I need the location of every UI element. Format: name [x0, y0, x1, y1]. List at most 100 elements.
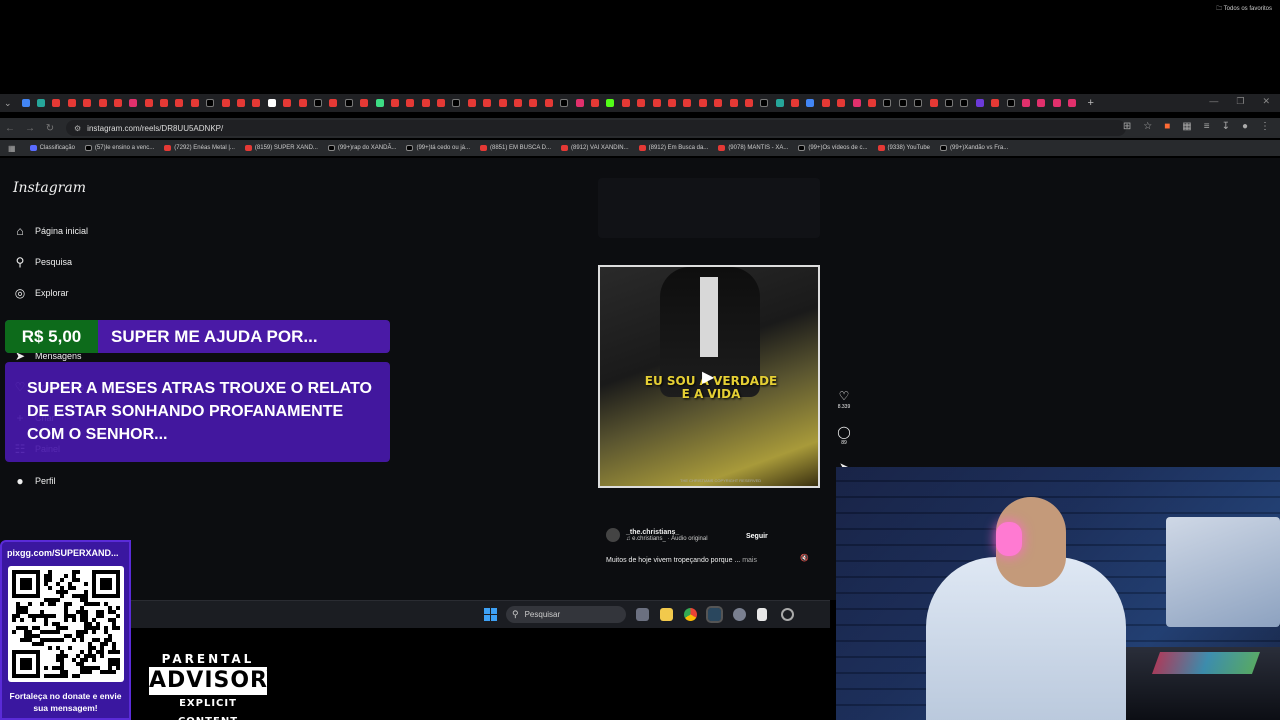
windows-start-icon[interactable]: [484, 608, 497, 621]
sidebar-item-search[interactable]: ⚲ Pesquisa: [13, 255, 72, 269]
tab-favicon-icon[interactable]: [1021, 99, 1030, 107]
tab-favicon-icon[interactable]: [667, 99, 676, 107]
tab-favicon-icon[interactable]: [1037, 99, 1046, 107]
tab-favicon-icon[interactable]: [406, 99, 415, 107]
tab-favicon-icon[interactable]: [744, 99, 753, 107]
tab-favicon-icon[interactable]: [129, 99, 138, 107]
notepad-icon[interactable]: [757, 608, 767, 621]
tab-favicon-icon[interactable]: [375, 99, 384, 107]
sidebar-item-profile[interactable]: ● Perfil: [13, 474, 55, 488]
close-icon[interactable]: ✕: [1262, 96, 1270, 107]
tab-favicon-icon[interactable]: [775, 99, 784, 107]
tab-favicon-icon[interactable]: [283, 99, 292, 107]
reload-icon[interactable]: ↻: [40, 123, 60, 134]
puzzle-icon[interactable]: ▦: [1182, 121, 1191, 132]
tab-favicon-icon[interactable]: [52, 99, 61, 107]
sidebar-item-home[interactable]: ⌂ Página inicial: [13, 224, 88, 238]
bookmark-item[interactable]: (8159) SUPER XAND...: [244, 145, 318, 151]
obs-icon[interactable]: [781, 608, 794, 621]
task-view-icon[interactable]: [636, 608, 649, 621]
tab-favicon-icon[interactable]: [806, 99, 815, 107]
instagram-logo[interactable]: Instagram: [13, 180, 86, 196]
tab-favicon-icon[interactable]: [729, 99, 738, 107]
tab-favicon-icon[interactable]: [760, 99, 769, 107]
tab-favicon-icon[interactable]: [591, 99, 599, 107]
tab-favicon-icon[interactable]: [929, 99, 938, 107]
tab-favicon-icon[interactable]: [852, 99, 861, 107]
tab-favicon-icon[interactable]: [883, 99, 892, 107]
taskbar-search[interactable]: ⚲ Pesquisar: [506, 606, 626, 623]
tab-favicon-icon[interactable]: [1068, 99, 1077, 107]
back-icon[interactable]: ←: [0, 123, 20, 134]
tab-favicon-icon[interactable]: [98, 99, 107, 107]
like-button[interactable]: ♡ 8.339: [836, 390, 852, 410]
follow-button[interactable]: Seguir: [746, 533, 768, 540]
bookmark-item[interactable]: (8912) Em Busca da...: [638, 145, 708, 151]
menu-icon[interactable]: ⋮: [1260, 121, 1270, 132]
author-name[interactable]: _the.christians_: [626, 529, 708, 536]
tab-favicon-icon[interactable]: [329, 99, 338, 107]
tab-favicon-icon[interactable]: [514, 99, 523, 107]
tab-favicon-icon[interactable]: [560, 99, 569, 107]
bookmark-item[interactable]: (9078) MANTIS - XA...: [718, 145, 788, 151]
audio-label[interactable]: ♫ e.christians_ · Áudio original: [626, 536, 708, 542]
tab-favicon-icon[interactable]: [36, 99, 45, 107]
tab-search-icon[interactable]: ⌄: [4, 98, 12, 109]
chrome-icon[interactable]: [684, 608, 697, 621]
steam-icon[interactable]: [706, 606, 723, 623]
download-icon[interactable]: ↧: [1222, 121, 1230, 132]
tab-favicon-icon[interactable]: [267, 99, 276, 107]
tab-favicon-icon[interactable]: [421, 99, 430, 107]
bookmark-item[interactable]: (7292) Enéas Metal |...: [164, 145, 235, 151]
tab-favicon-icon[interactable]: [575, 99, 584, 107]
tab-favicon-icon[interactable]: [652, 99, 661, 107]
tab-favicon-icon[interactable]: [113, 99, 122, 107]
tab-favicon-icon[interactable]: [683, 99, 692, 107]
tab-favicon-icon[interactable]: [160, 99, 169, 107]
tab-favicon-icon[interactable]: [621, 99, 630, 107]
tab-favicon-icon[interactable]: [175, 99, 184, 107]
minimize-icon[interactable]: —: [1209, 96, 1218, 107]
reel-author[interactable]: _the.christians_ ♫ e.christians_ · Áudio…: [606, 528, 708, 542]
url-input[interactable]: ⚙ instagram.com/reels/DR8UU5ADNKP/: [66, 120, 1126, 136]
star-icon[interactable]: ☆: [1143, 121, 1152, 132]
bookmark-item[interactable]: (99+)tá cedo ou já...: [406, 145, 470, 151]
caption-more-link[interactable]: mais: [742, 557, 757, 564]
forward-icon[interactable]: →: [20, 123, 40, 134]
tab-favicon-icon[interactable]: [868, 99, 877, 107]
tab-favicon-icon[interactable]: [698, 99, 707, 107]
restore-icon[interactable]: ❐: [1236, 96, 1244, 107]
extension-icon[interactable]: ■: [1164, 121, 1170, 132]
tab-favicon-icon[interactable]: [83, 99, 92, 107]
all-bookmarks-folder[interactable]: 🗀 Todos os favoritos: [1216, 4, 1272, 14]
tab-favicon-icon[interactable]: [221, 99, 230, 107]
tab-favicon-icon[interactable]: [714, 99, 723, 107]
install-icon[interactable]: ⊞: [1123, 121, 1131, 132]
avatar[interactable]: [606, 528, 620, 542]
play-icon[interactable]: ▶: [702, 367, 714, 387]
tab-favicon-icon[interactable]: [637, 99, 646, 107]
tab-favicon-icon[interactable]: [837, 99, 846, 107]
tab-favicon-icon[interactable]: [498, 99, 507, 107]
bookmark-item[interactable]: (57)Ie ensino a venc...: [84, 145, 154, 151]
tab-favicon-icon[interactable]: [606, 99, 615, 107]
tab-favicon-icon[interactable]: [252, 99, 261, 107]
tab-favicon-icon[interactable]: [529, 99, 538, 107]
site-info-icon[interactable]: ⚙: [74, 124, 81, 133]
bookmark-item[interactable]: (99+)Os vídeos de c...: [798, 145, 868, 151]
tab-favicon-icon[interactable]: [960, 99, 969, 107]
bookmark-item[interactable]: (8912) VAI XANDIN...: [561, 145, 629, 151]
mute-icon[interactable]: 🔇: [800, 554, 809, 562]
settings-icon[interactable]: [733, 608, 746, 621]
tab-favicon-icon[interactable]: [483, 99, 492, 107]
bookmark-item[interactable]: Classificação: [29, 145, 75, 151]
tab-favicon-icon[interactable]: [821, 99, 830, 107]
bookmark-item[interactable]: (99+)rap do XANDÃ...: [327, 145, 396, 151]
tab-favicon-icon[interactable]: [1052, 99, 1061, 107]
bookmark-item[interactable]: (9338) YouTube: [877, 145, 930, 151]
tab-favicon-icon[interactable]: [237, 99, 246, 107]
tab-favicon-icon[interactable]: [144, 99, 153, 107]
media-icon[interactable]: ≡: [1204, 121, 1210, 132]
previous-reel[interactable]: [598, 178, 820, 238]
bookmark-item[interactable]: (8851) EM BUSCA D...: [480, 145, 551, 151]
